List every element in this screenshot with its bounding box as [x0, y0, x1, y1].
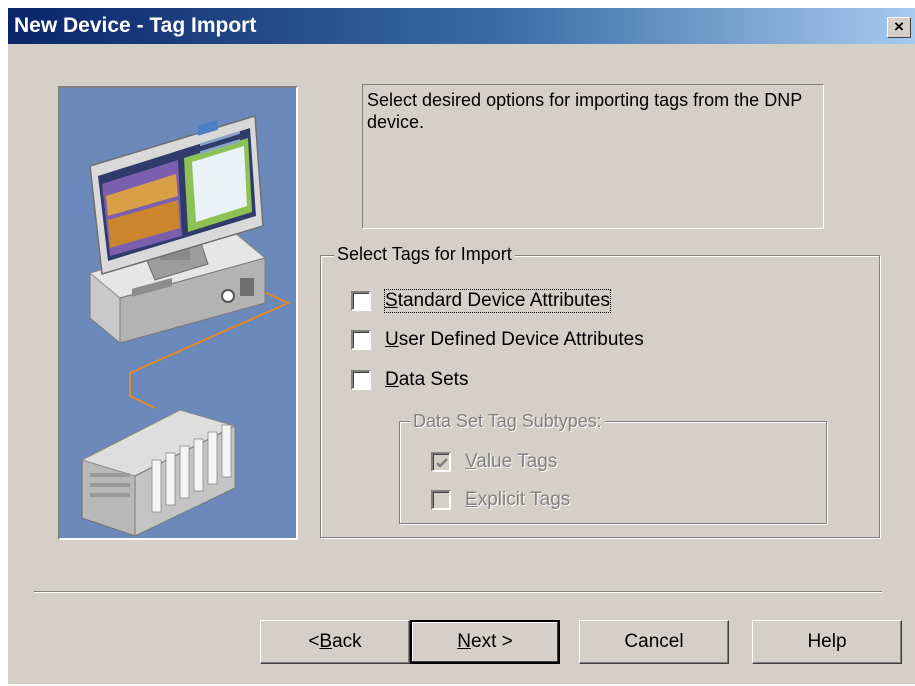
explicit-tags-box[interactable] — [431, 490, 451, 510]
value-tags-box[interactable] — [431, 452, 451, 472]
value-tags-label[interactable]: Value Tags — [465, 451, 557, 473]
checkmark-icon — [436, 458, 448, 468]
tag-import-dialog: New Device - Tag Import × Select desired… — [8, 8, 915, 684]
window-title: New Device - Tag Import — [14, 14, 257, 37]
data-set-subtypes-legend: Data Set Tag Subtypes: — [410, 411, 605, 431]
help-button[interactable]: Help — [752, 620, 902, 664]
close-icon: × — [894, 17, 904, 36]
data-sets-checkbox[interactable]: Data Sets — [351, 368, 468, 392]
button-separator — [34, 591, 882, 593]
close-button[interactable]: × — [887, 17, 911, 38]
standard-device-attributes-checkbox[interactable]: Standard Device Attributes — [351, 289, 611, 313]
wizard-illustration — [58, 86, 298, 540]
back-button[interactable]: < Back — [260, 620, 410, 664]
data-sets-label[interactable]: Data Sets — [385, 369, 468, 391]
cancel-button[interactable]: Cancel — [579, 620, 729, 664]
data-sets-box[interactable] — [351, 370, 371, 390]
user-defined-device-attributes-label[interactable]: User Defined Device Attributes — [385, 329, 644, 351]
user-defined-device-attributes-checkbox[interactable]: User Defined Device Attributes — [351, 328, 644, 352]
value-tags-checkbox[interactable]: Value Tags — [431, 450, 557, 474]
computer-and-plc-illustration — [80, 115, 291, 537]
standard-device-attributes-label[interactable]: Standard Device Attributes — [384, 289, 611, 313]
select-tags-legend: Select Tags for Import — [334, 244, 515, 264]
standard-device-attributes-box[interactable] — [351, 291, 371, 311]
description-text: Select desired options for importing tag… — [367, 90, 802, 132]
user-defined-device-attributes-box[interactable] — [351, 330, 371, 350]
next-button[interactable]: Next > — [410, 620, 560, 664]
explicit-tags-label[interactable]: Explicit Tags — [465, 489, 570, 511]
description-box: Select desired options for importing tag… — [362, 84, 824, 229]
title-bar[interactable]: New Device - Tag Import × — [8, 8, 915, 44]
explicit-tags-checkbox[interactable]: Explicit Tags — [431, 488, 570, 512]
